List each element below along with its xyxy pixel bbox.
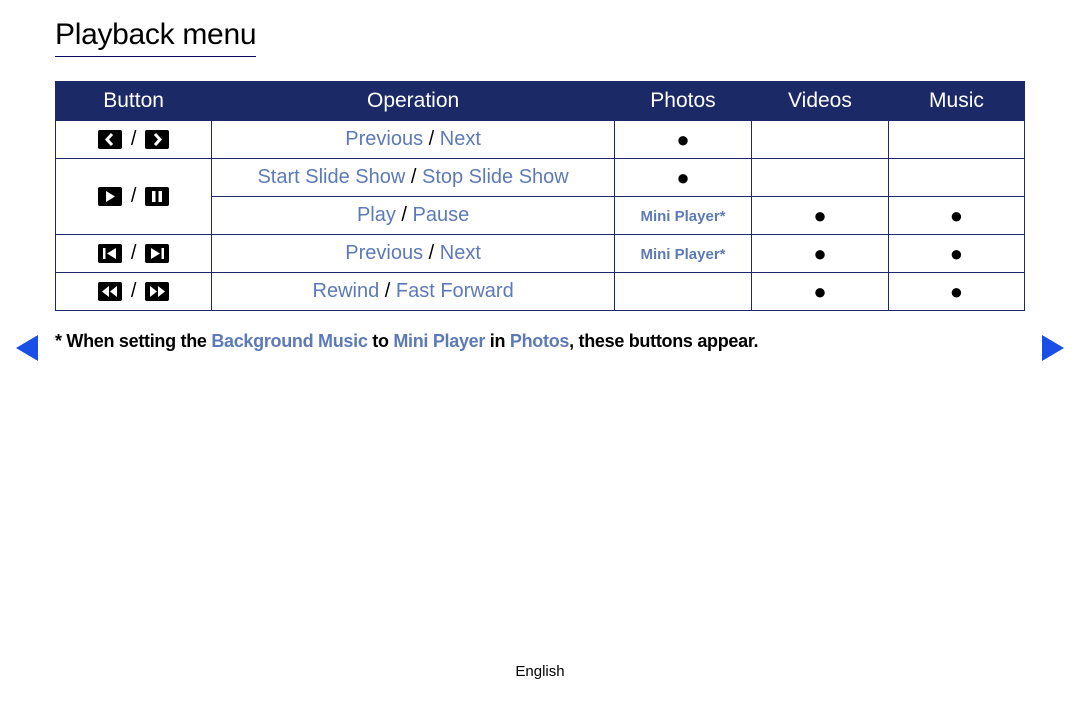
music-cell: ●: [888, 197, 1024, 235]
separator: /: [125, 185, 142, 207]
operation-cell: Previous / Next: [212, 121, 615, 159]
separator: /: [405, 166, 422, 188]
header-music: Music: [888, 82, 1024, 121]
operation-cell: Start Slide Show / Stop Slide Show: [212, 159, 615, 197]
language-label: English: [0, 663, 1080, 680]
op-rewind: Rewind: [313, 280, 380, 302]
photos-cell: ●: [614, 159, 751, 197]
table-header-row: Button Operation Photos Videos Music: [56, 82, 1025, 121]
footnote-photos: Photos: [510, 331, 569, 351]
op-previous: Previous: [345, 128, 423, 150]
op-next-track: Next: [440, 242, 481, 264]
music-cell: ●: [888, 235, 1024, 273]
music-cell: [888, 121, 1024, 159]
footnote-text: , these buttons appear.: [569, 331, 758, 351]
footnote-text: in: [485, 331, 510, 351]
skip-forward-icon: [145, 244, 169, 263]
playback-table: Button Operation Photos Videos Music /: [55, 81, 1025, 311]
button-cell: /: [56, 273, 212, 311]
header-operation: Operation: [212, 82, 615, 121]
separator: /: [379, 280, 396, 302]
play-icon: [98, 187, 122, 206]
operation-cell: Rewind / Fast Forward: [212, 273, 615, 311]
separator: /: [125, 280, 142, 302]
button-cell: /: [56, 235, 212, 273]
operation-cell: Previous / Next: [212, 235, 615, 273]
table-row: / Rewind / Fast Forward ● ●: [56, 273, 1025, 311]
footnote-text: to: [368, 331, 394, 351]
op-pause: Pause: [413, 204, 470, 226]
separator: /: [423, 128, 440, 150]
pause-icon: [145, 187, 169, 206]
separator: /: [125, 128, 142, 150]
videos-cell: [752, 159, 889, 197]
separator: /: [423, 242, 440, 264]
separator: /: [125, 242, 142, 264]
header-videos: Videos: [752, 82, 889, 121]
operation-cell: Play / Pause: [212, 197, 615, 235]
footnote-mini-player: Mini Player: [393, 331, 485, 351]
op-previous-track: Previous: [345, 242, 423, 264]
header-photos: Photos: [614, 82, 751, 121]
footnote-text: * When setting the: [55, 331, 211, 351]
page-prev-button[interactable]: [16, 335, 38, 361]
photos-cell: ●: [614, 121, 751, 159]
footnote: * When setting the Background Music to M…: [55, 331, 1025, 352]
op-start-slideshow: Start Slide Show: [257, 166, 405, 188]
table-row: / Previous / Next Mini Player* ● ●: [56, 235, 1025, 273]
videos-cell: ●: [752, 197, 889, 235]
videos-cell: [752, 121, 889, 159]
rewind-icon: [98, 282, 122, 301]
photos-cell: Mini Player*: [614, 235, 751, 273]
mini-player-label: Mini Player*: [640, 246, 725, 263]
fast-forward-icon: [145, 282, 169, 301]
next-arrow-icon: [145, 130, 169, 149]
footnote-bg-music: Background Music: [211, 331, 367, 351]
music-cell: ●: [888, 273, 1024, 311]
button-cell: /: [56, 159, 212, 235]
op-play: Play: [357, 204, 396, 226]
videos-cell: ●: [752, 235, 889, 273]
page-title: Playback menu: [55, 18, 256, 57]
header-button: Button: [56, 82, 212, 121]
op-next: Next: [440, 128, 481, 150]
music-cell: [888, 159, 1024, 197]
table-row: / Start Slide Show / Stop Slide Show ●: [56, 159, 1025, 197]
button-cell: /: [56, 121, 212, 159]
table-row: / Previous / Next ●: [56, 121, 1025, 159]
op-fast-forward: Fast Forward: [396, 280, 514, 302]
separator: /: [396, 204, 413, 226]
videos-cell: ●: [752, 273, 889, 311]
prev-arrow-icon: [98, 130, 122, 149]
op-stop-slideshow: Stop Slide Show: [422, 166, 569, 188]
photos-cell: Mini Player*: [614, 197, 751, 235]
page-next-button[interactable]: [1042, 335, 1064, 361]
skip-back-icon: [98, 244, 122, 263]
mini-player-label: Mini Player*: [640, 208, 725, 225]
photos-cell: [614, 273, 751, 311]
